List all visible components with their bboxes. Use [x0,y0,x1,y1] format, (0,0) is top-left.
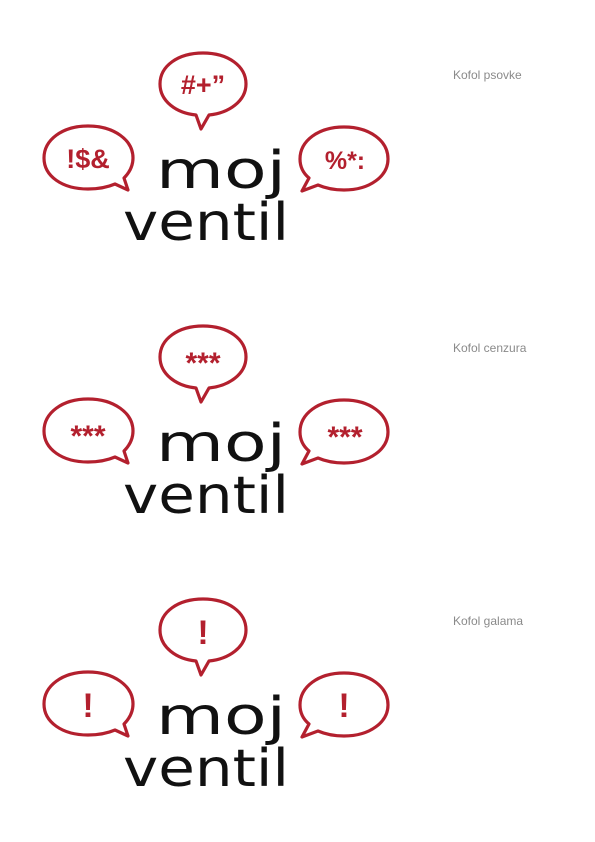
speech-bubble-left: ! [42,670,135,738]
speech-bubble-right: ! [298,671,390,739]
speech-bubble-top: ! [158,597,248,677]
moj-ventil-logo: *** *** *** moj ventil [42,324,390,526]
logo-word-moj: moj [156,687,286,747]
logo-word-moj: moj [156,141,286,201]
logo-variant-cenzura: *** *** *** moj ventil Kofol cenzura [0,273,595,545]
bubble-symbols-left: ! [82,687,93,725]
bubble-symbols-right: %*: [325,147,365,175]
speech-bubble-top: #+” [158,51,248,131]
bubble-symbols-top: *** [185,347,220,380]
logo-word-moj: moj [156,414,286,474]
bubble-symbols-left: *** [70,420,105,453]
bubble-symbols-right: *** [327,421,362,454]
speech-bubble-top: *** [158,324,248,404]
speech-bubble-left: !$& [42,124,135,192]
logo-word-ventil: ventil [123,193,289,253]
variant-caption: Kofol psovke [453,68,522,82]
moj-ventil-logo: ! ! ! moj ventil [42,597,390,799]
speech-bubble-left: *** [42,397,135,465]
variant-caption: Kofol cenzura [453,341,527,355]
logo-variant-psovke: #+” !$& %*: moj ventil Kofol psovke [0,0,595,272]
moj-ventil-logo: #+” !$& %*: moj ventil [42,51,390,253]
speech-bubble-right: %*: [298,125,390,193]
bubble-symbols-right: ! [338,687,349,725]
bubble-symbols-top: ! [197,614,208,652]
speech-bubble-right: *** [298,398,390,466]
variant-caption: Kofol galama [453,614,524,628]
bubble-symbols-top: #+” [181,70,225,100]
logo-word-ventil: ventil [123,739,289,799]
bubble-symbols-left: !$& [66,144,110,174]
logo-variant-galama: ! ! ! moj ventil Kofol galama [0,546,595,818]
logo-word-ventil: ventil [123,466,289,526]
